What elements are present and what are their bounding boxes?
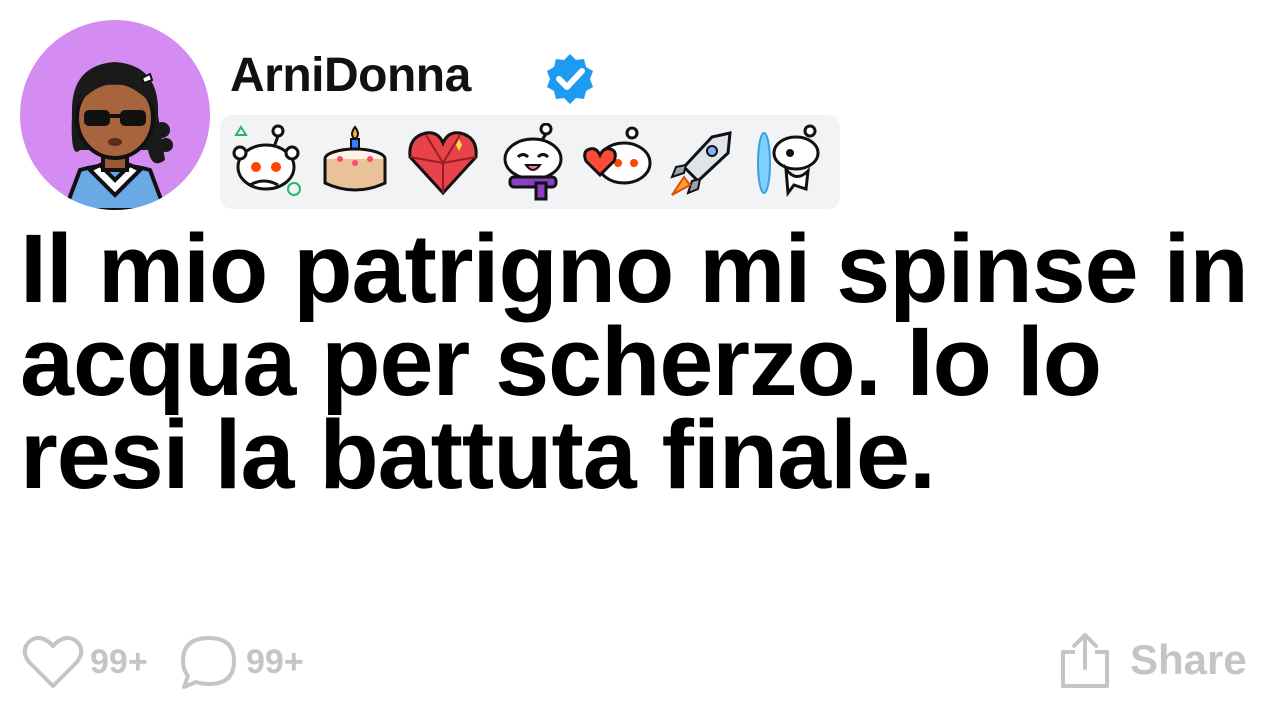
share-button[interactable]: Share [1058,630,1247,690]
crystal-heart-badge-icon[interactable] [404,123,482,201]
snoo-heart-badge-icon[interactable] [578,123,656,201]
post-title: Il mio patrigno mi spinse in acqua per s… [20,214,1249,509]
comment-button[interactable]: 99+ [178,634,304,690]
snoo-thinking-badge-icon[interactable] [226,123,304,201]
username[interactable]: ArniDonna [230,46,471,106]
portal-snoo-badge-icon[interactable] [750,123,828,201]
snoo-scarf-badge-icon[interactable] [494,122,572,201]
heart-icon [22,635,84,688]
share-icon [1061,633,1109,688]
like-count: 99+ [90,642,148,681]
comment-bubble-icon [181,636,236,689]
avatar-illustration [62,62,173,210]
comment-count: 99+ [246,642,304,681]
birthday-cake-badge-icon[interactable] [316,123,394,201]
verified-badge-icon [542,51,598,107]
rocket-badge-icon[interactable] [664,123,742,201]
badge-strip [220,115,840,209]
share-label: Share [1130,636,1247,683]
avatar[interactable] [20,20,210,210]
like-button[interactable]: 99+ [22,634,148,690]
